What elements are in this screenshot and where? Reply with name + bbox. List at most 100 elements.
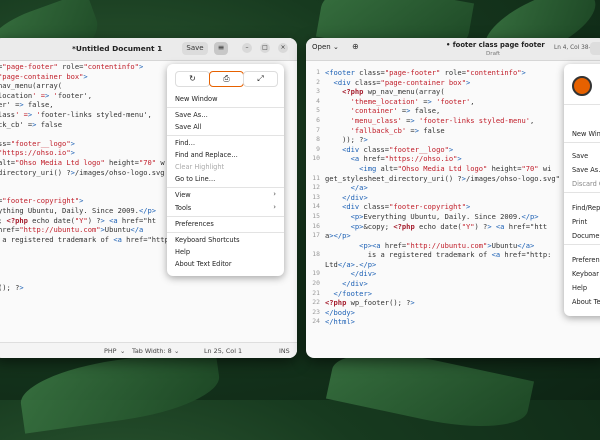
cursor-position[interactable]: Ln 25, Col 1 xyxy=(204,347,242,355)
code-line: er' => false, xyxy=(0,100,54,110)
document-title: • footer class page footer xyxy=(446,41,545,49)
menu-separator xyxy=(564,142,600,143)
line-number: 8 xyxy=(316,135,320,144)
menu-item-help[interactable]: Help xyxy=(175,248,190,256)
right-menu-button[interactable] xyxy=(590,42,600,55)
code-line: directory_uri() ?>/images/ohso-logo.svg xyxy=(0,167,165,177)
code-line: <img alt="Ohso Media Ltd logo" height="7… xyxy=(359,163,552,173)
save-button[interactable]: Save xyxy=(182,42,208,55)
close-button[interactable]: × xyxy=(278,43,288,53)
code-line: 'container' => false, xyxy=(350,106,441,116)
menu-item-about[interactable]: About Te xyxy=(572,298,600,306)
menu-separator xyxy=(564,104,600,105)
line-number: 4 xyxy=(316,96,320,105)
menu-item-new-window[interactable]: New Win xyxy=(572,130,600,138)
line-number: 10 xyxy=(312,154,320,163)
line-number: 13 xyxy=(312,192,320,201)
code-line: <p>Everything Ubuntu, Daily. Since 2009.… xyxy=(350,211,539,221)
code-line: ; <?php echo date("Y") ?> <a href="ht xyxy=(0,215,157,225)
line-number: 19 xyxy=(312,269,320,278)
menu-item-keyboard-shortcuts[interactable]: Keyboard Shortcuts xyxy=(175,236,240,244)
background-leaf xyxy=(16,346,224,434)
new-tab-button[interactable]: ↻ xyxy=(175,71,210,87)
menu-item-save-as[interactable]: Save As… xyxy=(175,111,208,119)
code-line: (); ?> xyxy=(0,282,24,292)
menu-item-tools[interactable]: Tools xyxy=(175,204,191,212)
open-button[interactable]: Open ⌄ xyxy=(312,43,339,51)
window-title: *Untitled Document 1 xyxy=(72,44,163,53)
line-number: 7 xyxy=(316,125,320,134)
menu-separator xyxy=(167,135,284,136)
avatar xyxy=(572,76,592,96)
menu-item-discard[interactable]: Discard C xyxy=(572,180,600,188)
code-line: a></p> xyxy=(325,231,351,241)
code-line: "page-container box"> xyxy=(0,71,88,81)
fullscreen-button[interactable]: ⤢ xyxy=(243,71,278,87)
language-selector[interactable]: PHP xyxy=(104,347,117,355)
code-line: </body> xyxy=(325,307,355,317)
line-number: 22 xyxy=(312,298,320,307)
line-number xyxy=(308,260,320,270)
menu-item-find-replace[interactable]: Find/Rep xyxy=(572,204,600,212)
menu-separator xyxy=(167,232,284,233)
menu-item-find-replace[interactable]: Find and Replace… xyxy=(175,151,238,159)
menu-item-find[interactable]: Find… xyxy=(175,139,195,147)
main-menu-popover: ↻ ⎙ ⤢ New Window Save As… Save All Find…… xyxy=(167,64,284,276)
code-line: 'menu_class' => 'footer-links styled-men… xyxy=(350,115,535,125)
menu-button[interactable]: ≡ xyxy=(214,42,228,55)
menu-item-save-all[interactable]: Save All xyxy=(175,123,201,131)
code-line: ="footer-copyright"> xyxy=(0,196,84,206)
menu-item-save[interactable]: Save xyxy=(572,152,588,160)
menu-item-preferences[interactable]: Preferen xyxy=(572,256,600,264)
menu-item-about[interactable]: About Text Editor xyxy=(175,260,232,268)
line-number xyxy=(308,241,320,251)
right-menu-popover: New Win Save Save As… Discard C Find/Rep… xyxy=(564,64,600,316)
code-line: <?php wp_footer(); ?> xyxy=(325,298,415,308)
left-header-bar: *Untitled Document 1 Save ≡ – □ × xyxy=(0,38,297,61)
line-number: 23 xyxy=(312,307,320,316)
menu-item-document[interactable]: Documen xyxy=(572,232,600,240)
right-code-area[interactable]: <footer class="page-footer" role="conten… xyxy=(325,68,560,327)
code-line: 'theme_location' => 'footer', xyxy=(350,96,475,106)
code-line: )); ?> xyxy=(325,135,368,145)
code-line: <p><a href="http://ubuntu.com">Ubuntu</a… xyxy=(359,240,535,250)
code-line: lass' => 'footer-links styled-menu', xyxy=(0,109,152,119)
document-subtitle: Draft xyxy=(486,51,501,57)
cursor-position[interactable]: Ln 4, Col 38 xyxy=(554,45,589,51)
menu-item-go-to-line[interactable]: Go to Line… xyxy=(175,175,215,183)
code-line: </a> xyxy=(350,183,368,193)
code-line: <a href="https://ohso.io"> xyxy=(350,154,462,164)
line-number: 17 xyxy=(312,231,320,240)
tab-width-selector[interactable]: Tab Width: 8 xyxy=(132,347,172,355)
line-number: 18 xyxy=(312,250,320,259)
menu-item-save-as[interactable]: Save As… xyxy=(572,166,600,174)
menu-item-print[interactable]: Print xyxy=(572,218,587,226)
code-line: ything Ubuntu, Daily. Since 2009.</p> xyxy=(0,205,157,215)
chevron-down-icon: ⌄ xyxy=(332,43,339,51)
print-button[interactable]: ⎙ xyxy=(209,71,244,87)
menu-item-preferences[interactable]: Preferences xyxy=(175,220,214,228)
line-number: 6 xyxy=(316,115,320,124)
insert-mode: INS xyxy=(279,347,290,355)
new-tab-icon[interactable]: ⊕ xyxy=(352,42,359,51)
menu-item-help[interactable]: Help xyxy=(572,284,587,292)
maximize-button[interactable]: □ xyxy=(260,43,270,53)
code-line: </footer> xyxy=(333,288,372,298)
menu-item-new-window[interactable]: New Window xyxy=(175,95,217,103)
right-editor-window: Open ⌄ ⊕ • footer class page footer Draf… xyxy=(306,38,600,358)
code-line: <?php wp_nav_menu(array( xyxy=(342,87,445,97)
menu-separator xyxy=(167,187,284,188)
line-number: 3 xyxy=(316,87,320,96)
menu-item-clear-highlight: Clear Highlight xyxy=(175,163,225,171)
left-code-area[interactable]: ="page-footer" role="contentinfo"> "page-… xyxy=(0,62,169,292)
menu-item-keyboard[interactable]: Keyboar xyxy=(572,270,599,278)
menu-item-view[interactable]: View xyxy=(175,191,191,199)
line-number: 11 xyxy=(312,173,320,182)
minimize-button[interactable]: – xyxy=(242,43,252,53)
code-line: </div> xyxy=(342,192,368,202)
